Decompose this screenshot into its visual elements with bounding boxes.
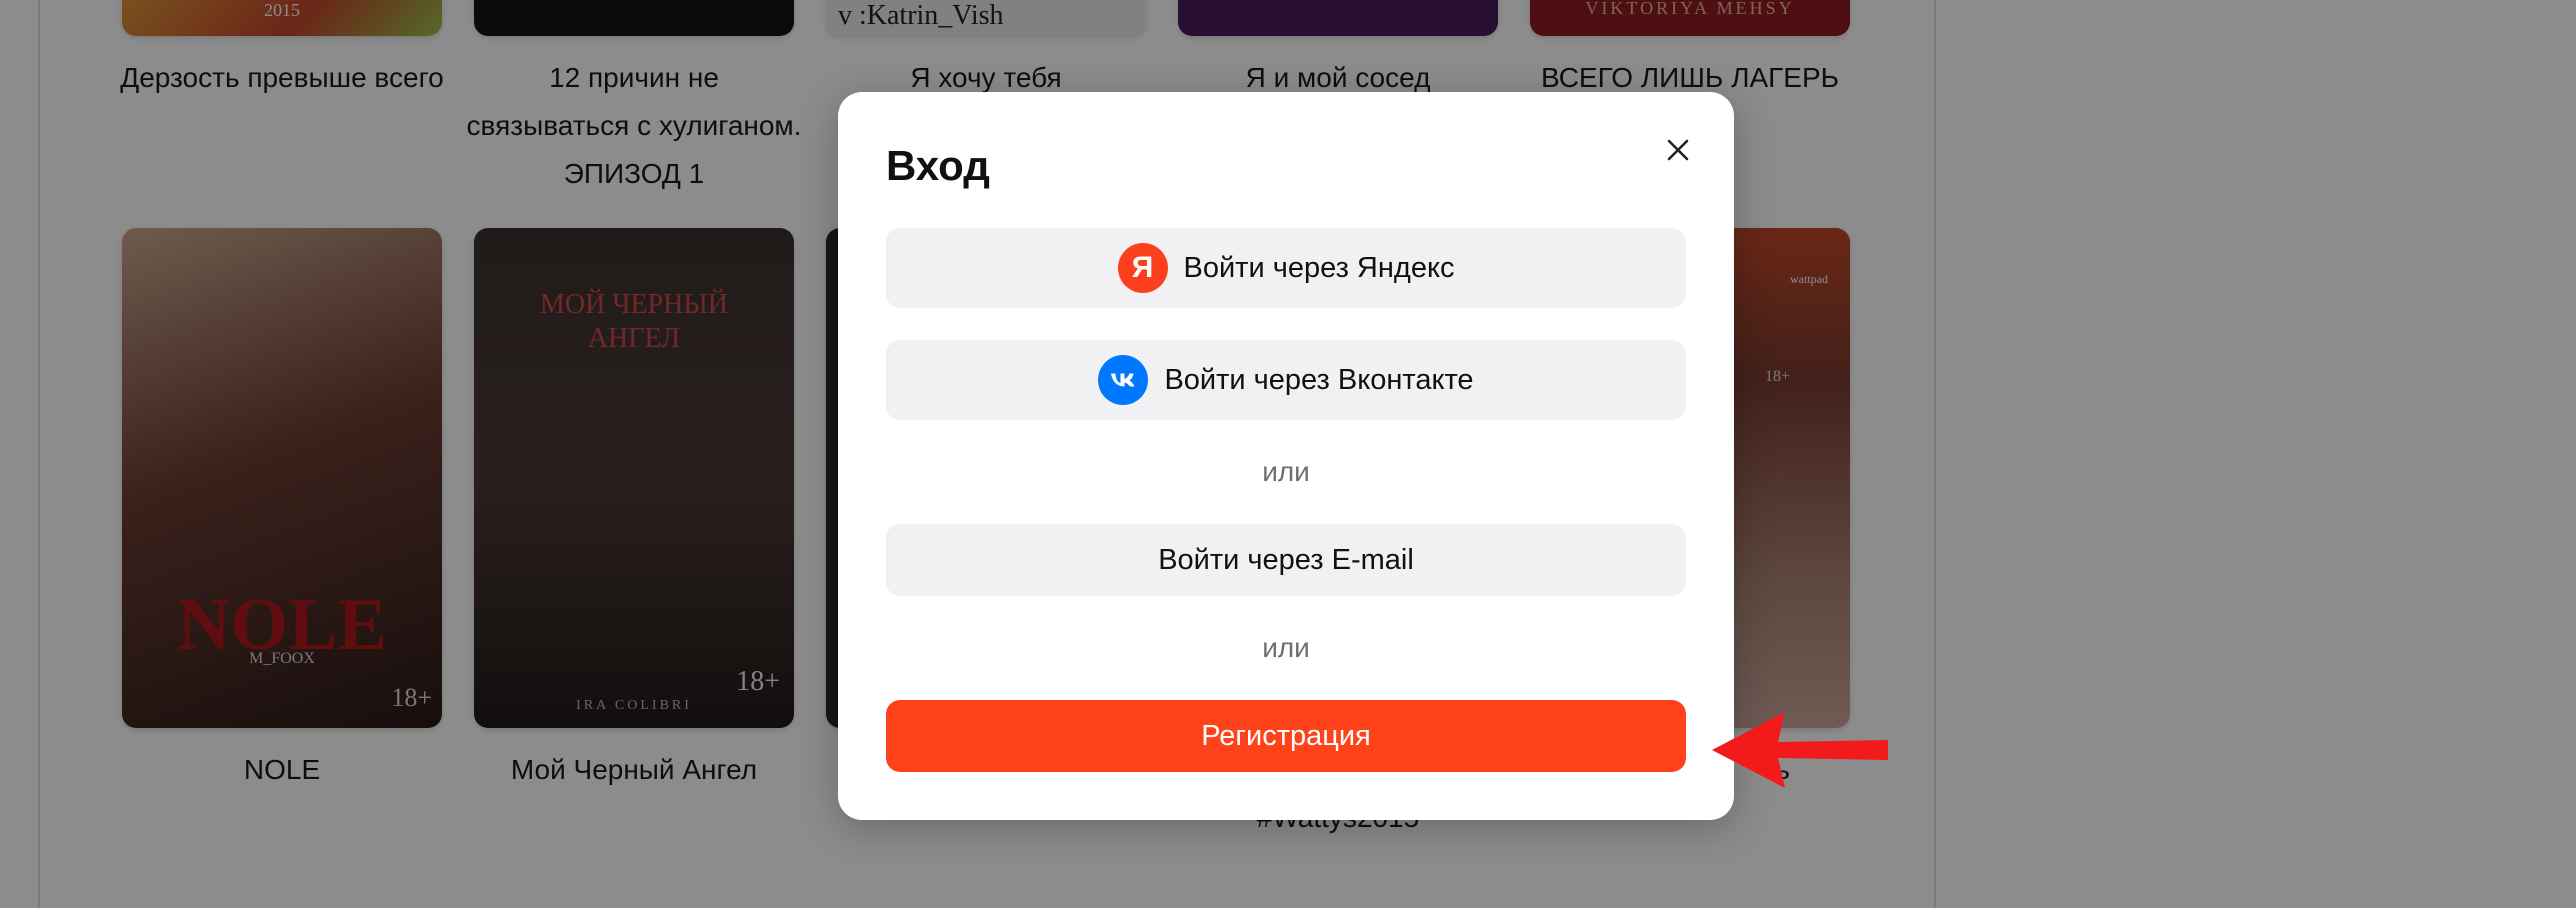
email-login-button[interactable]: Войти через E-mail xyxy=(886,524,1686,596)
register-button[interactable]: Регистрация xyxy=(886,700,1686,772)
yandex-login-button[interactable]: Я Войти через Яндекс xyxy=(886,228,1686,308)
yandex-icon: Я xyxy=(1117,243,1168,293)
red-arrow-annotation-icon xyxy=(1712,712,1888,788)
close-icon xyxy=(1667,139,1689,161)
or-divider: или xyxy=(1262,456,1310,487)
vk-login-label: Войти через Вконтакте xyxy=(1164,363,1474,396)
email-login-label: Войти через E-mail xyxy=(1158,543,1414,576)
close-button[interactable] xyxy=(1656,128,1700,172)
yandex-glyph: Я xyxy=(1131,251,1154,284)
modal-title: Вход xyxy=(886,142,990,189)
vk-icon xyxy=(1098,355,1149,405)
or-divider: или xyxy=(1262,632,1310,663)
yandex-login-label: Войти через Яндекс xyxy=(1183,251,1455,284)
register-label: Регистрация xyxy=(1201,719,1371,752)
vk-login-button[interactable]: Войти через Вконтакте xyxy=(886,340,1686,420)
vk-logo-icon xyxy=(1111,373,1135,387)
login-modal: Вход Я Войти через Яндекс Войти через Вк… xyxy=(838,92,1734,820)
